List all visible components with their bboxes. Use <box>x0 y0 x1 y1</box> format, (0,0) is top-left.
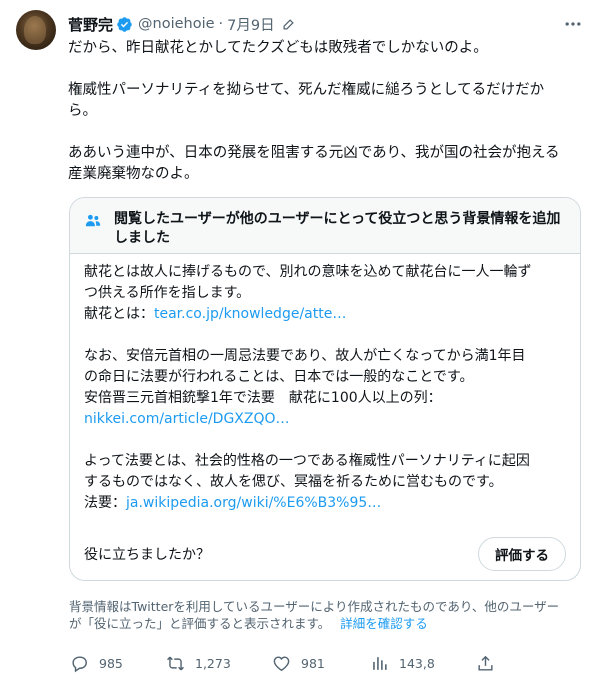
rate-button[interactable]: 評価する <box>478 537 566 571</box>
note-paragraph: なお、安倍元首相の一周忌法要であり、故人が亡くなってから満1年目 の命日に法要が… <box>84 346 566 430</box>
tweet-header: 菅野完 @noiehoie · 7月9日 <box>68 12 296 36</box>
note-source-line: 献花とは：tear.co.jp/knowledge/atte… <box>84 304 566 325</box>
views-icon <box>373 656 387 670</box>
note-paragraph: よって法要とは、社会的性格の一つである権威性パーソナリティに起因 するものではな… <box>84 451 566 514</box>
helpful-row: 役に立ちましたか？ 評価する <box>70 536 580 572</box>
tweet-paragraph: だから、昨日献花とかしてたクズどもは敗残者でしかないのよ。 <box>68 40 488 56</box>
note-line: するものではなく、故人を偲び、冥福を祈るために営むものです。 <box>84 474 503 490</box>
footnote-line: が「役に立った」と評価すると表示されます。 <box>69 616 331 631</box>
community-note-title: 閲覧したユーザーが他のユーザーにとって役立つと思う背景情報を追加 しました <box>114 210 560 248</box>
views-count: 143,8 <box>399 655 435 671</box>
tweet-paragraph: 権威性パーソナリティを拗らせて、死んだ権威に縋ろうとしてるだけだか ら。 <box>68 82 545 119</box>
note-source-link[interactable]: nikkei.com/article/DGXZQO… <box>84 409 566 430</box>
retweet-icon <box>167 656 184 670</box>
reply-icon <box>72 655 87 672</box>
note-source-label: 法要： <box>84 495 126 511</box>
tweet-text: だから、昨日献花とかしてたクズどもは敗残者でしかないのよ。 権威性パーソナリティ… <box>68 38 582 185</box>
helpful-question: 役に立ちましたか？ <box>84 547 210 563</box>
note-source-label: 献花とは： <box>84 306 154 322</box>
note-line: 献花とは故人に捧げるもので、別れの意味を込めて献花台に一人一輪ず <box>84 264 532 280</box>
learn-more-link[interactable]: 詳細を確認する <box>340 616 428 631</box>
note-paragraph: 献花とは故人に捧げるもので、別れの意味を込めて献花台に一人一輪ず つ供える所作を… <box>84 262 566 325</box>
note-line: の命日に法要が行われることは、日本では一般的なことです。 <box>84 369 474 385</box>
separator-dot: · <box>218 16 224 32</box>
like-count: 981 <box>301 655 325 671</box>
pencil-edit-icon[interactable] <box>281 17 296 32</box>
verified-badge-icon <box>117 16 132 32</box>
note-source-link[interactable]: ja.wikipedia.org/wiki/%E6%B3%95… <box>126 495 381 511</box>
community-note-card: 閲覧したユーザーが他のユーザーにとって役立つと思う背景情報を追加 しました 献花… <box>69 197 581 581</box>
more-icon[interactable] <box>563 14 583 34</box>
note-line: つ供える所作を指します。 <box>84 285 251 301</box>
note-line: よって法要とは、社会的性格の一つである権威性パーソナリティに起因 <box>84 453 530 469</box>
retweet-count: 1,273 <box>195 655 231 671</box>
note-source-line: 法要：ja.wikipedia.org/wiki/%E6%B3%95… <box>84 493 566 514</box>
share-button[interactable] <box>476 654 505 673</box>
note-title-line: しました <box>114 230 170 246</box>
community-note-header: 閲覧したユーザーが他のユーザーにとって役立つと思う背景情報を追加 しました <box>70 198 580 254</box>
tweet-paragraph: ああいう連中が、日本の発展を阻害する元凶であり、我が国の社会が抱える 産業廃棄物… <box>68 145 560 182</box>
like-icon <box>273 655 290 671</box>
reply-button[interactable]: 985 <box>70 654 123 673</box>
note-footnote: 背景情報はTwitterを利用しているユーザーにより作成されたものであり、他のユ… <box>69 598 585 632</box>
note-line: 安倍晋三元首相銃撃1年で法要 献花に100人以上の列： <box>84 390 442 406</box>
views-button[interactable]: 143,8 <box>370 654 435 673</box>
footnote-line: 背景情報はTwitterを利用しているユーザーにより作成されたものであり、他のユ… <box>69 599 560 614</box>
note-line: なお、安倍元首相の一周忌法要であり、故人が亡くなってから満1年目 <box>84 348 526 364</box>
people-icon <box>85 214 101 227</box>
author-name[interactable]: 菅野完 <box>68 14 113 35</box>
community-note-body: 献花とは故人に捧げるもので、別れの意味を込めて献花台に一人一輪ず つ供える所作を… <box>70 254 580 514</box>
like-button[interactable]: 981 <box>272 654 325 673</box>
avatar[interactable] <box>16 10 56 50</box>
retweet-button[interactable]: 1,273 <box>166 654 231 673</box>
share-icon <box>478 655 493 671</box>
reply-count: 985 <box>99 655 123 671</box>
author-handle[interactable]: @noiehoie <box>138 16 215 32</box>
action-bar: 985 1,273 981 143,8 <box>62 648 502 678</box>
note-source-link[interactable]: tear.co.jp/knowledge/atte… <box>154 306 346 322</box>
note-title-line: 閲覧したユーザーが他のユーザーにとって役立つと思う背景情報を追加 <box>114 211 561 227</box>
tweet-date[interactable]: 7月9日 <box>227 14 274 35</box>
